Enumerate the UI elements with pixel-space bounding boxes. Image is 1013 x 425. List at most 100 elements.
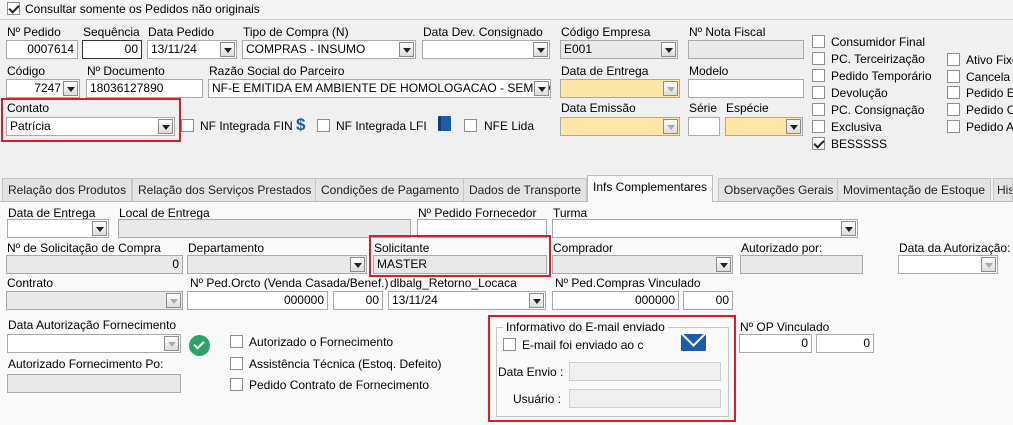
pedido-a-checkbox[interactable] [947,120,960,133]
chevron-down-icon[interactable] [663,119,678,134]
dollar-icon[interactable]: $ [296,115,305,135]
modelo-label: Modelo [689,64,729,78]
nf-integrada-fin-checkbox[interactable] [181,119,194,132]
nota-fiscal-input[interactable] [688,40,804,59]
pedido-c-checkbox[interactable] [947,103,960,116]
retorno-locacao-label: dlbalg_Retorno_Locaca [390,276,517,290]
tab-movimentacao-estoque[interactable]: Movimentação de Estoque [837,178,992,201]
data-emissao-label: Data Emissão [561,101,636,115]
autorizado-fornec-checkbox[interactable] [230,335,243,348]
chevron-down-icon[interactable] [63,81,78,96]
op-vinculado-input[interactable]: 0 [739,334,812,353]
ped-orcto-seq-input[interactable]: 00 [333,291,383,310]
pedido-e-checkbox[interactable] [947,86,960,99]
assistencia-label: Assistência Técnica (Estoq. Defeito) [249,357,442,371]
pedido-contrato-checkbox[interactable] [230,378,243,391]
tab-historico[interactable]: His [993,178,1013,201]
nf-integrada-lfi-label: NF Integrada LFI [336,119,427,133]
tab-dados-transporte[interactable]: Dados de Transporte [463,178,588,201]
panel-data-entrega-input[interactable] [7,219,109,238]
chevron-down-icon[interactable] [220,42,235,57]
serie-input[interactable] [688,117,720,136]
pc-consignacao-checkbox[interactable] [812,103,825,116]
especie-label: Espécie [726,101,769,115]
especie-select[interactable] [725,117,803,136]
aut-fornec-po-input[interactable] [7,374,181,393]
chevron-down-icon[interactable] [399,42,414,57]
local-entrega-input[interactable] [118,219,411,238]
book-icon[interactable] [438,116,451,131]
turma-select[interactable] [552,219,858,238]
panel-data-entrega-label: Data de Entrega [8,206,96,220]
retorno-locacao-value: 13/11/24 [392,293,438,307]
ped-compras-input[interactable]: 000000 [552,291,679,310]
chevron-down-icon[interactable] [661,42,676,57]
tipo-compra-select[interactable]: COMPRAS - INSUMO [242,40,416,59]
chevron-down-icon[interactable] [841,221,856,236]
pedido-temporario-checkbox[interactable] [812,69,825,82]
chevron-down-icon[interactable] [92,221,107,236]
check-circle-icon[interactable] [189,335,210,356]
departamento-select[interactable] [187,255,367,274]
cancela-checkbox[interactable] [947,70,960,83]
tab-relacao-servicos[interactable]: Relação dos Serviços Prestados [132,178,318,201]
assistencia-checkbox[interactable] [230,357,243,370]
autorizado-fornec-label: Autorizado o Fornecimento [249,335,394,349]
chevron-down-icon[interactable] [663,81,678,96]
autorizado-por-label: Autorizado por: [741,241,823,255]
chevron-down-icon[interactable] [981,257,996,272]
tab-observacoes-gerais[interactable]: Observações Gerais [718,178,840,201]
n-documento-input[interactable]: 18036127890 [86,79,203,98]
consultar-originais-checkbox[interactable] [7,2,20,15]
chevron-down-icon[interactable] [529,293,544,308]
tipo-compra-value: COMPRAS - INSUMO [246,42,366,56]
ativo-fixo-label: Ativo Fixo [966,53,1013,67]
devolucao-label: Devolução [831,86,888,100]
besssss-checkbox[interactable] [812,137,825,150]
sequencia-input[interactable]: 00 [82,40,142,59]
chevron-down-icon[interactable] [166,293,181,308]
codigo-input[interactable]: 7247 [6,79,80,98]
solicitante-highlight [369,235,551,277]
chevron-down-icon[interactable] [164,336,179,351]
modelo-input[interactable] [688,79,804,98]
chevron-down-icon[interactable] [350,257,365,272]
consultar-originais-label: Consultar somente os Pedidos não origina… [25,2,260,16]
n-pedido-input[interactable]: 0007614 [6,40,78,59]
codigo-empresa-select[interactable]: E001 [560,40,678,59]
turma-label: Turma [553,206,588,220]
nota-fiscal-label: Nº Nota Fiscal [689,25,766,39]
solicitacao-label: Nº de Solicitação de Compra [7,241,161,255]
data-entrega-input[interactable] [560,79,680,98]
data-emissao-input[interactable] [560,117,680,136]
exclusiva-checkbox[interactable] [812,120,825,133]
consumidor-final-checkbox[interactable] [812,35,825,48]
chevron-down-icon[interactable] [533,42,548,57]
solicitacao-input[interactable]: 0 [6,255,183,274]
comprador-select[interactable] [552,255,733,274]
pc-terceirizacao-checkbox[interactable] [812,52,825,65]
data-dev-input[interactable] [422,40,550,59]
contrato-select[interactable] [6,291,183,310]
tab-relacao-produtos[interactable]: Relação dos Produtos [2,178,133,201]
retorno-locacao-input[interactable]: 13/11/24 [388,291,546,310]
tab-infs-complementares[interactable]: Infs Complementares [587,175,714,202]
op-vinculado-seq-input[interactable]: 0 [816,334,874,353]
data-aut-fornec-input[interactable] [7,334,181,353]
chevron-down-icon[interactable] [716,257,731,272]
chevron-down-icon[interactable] [786,119,801,134]
ped-orcto-input[interactable]: 000000 [187,291,328,310]
data-pedido-input[interactable]: 13/11/24 [147,40,237,59]
nfe-lida-checkbox[interactable] [464,119,477,132]
devolucao-checkbox[interactable] [812,86,825,99]
autorizado-por-input[interactable] [740,255,863,274]
chevron-down-icon[interactable] [534,81,549,96]
razao-social-select[interactable]: NF-E EMITIDA EM AMBIENTE DE HOMOLOGACAO … [208,79,551,98]
ativo-fixo-checkbox[interactable] [947,53,960,66]
data-autorizacao-input[interactable] [898,255,998,274]
nf-integrada-lfi-checkbox[interactable] [317,119,330,132]
tipo-compra-label: Tipo de Compra (N) [243,25,349,39]
tab-condicoes-pagamento[interactable]: Condições de Pagamento [315,178,466,201]
pedido-e-label: Pedido E [966,86,1013,100]
ped-compras-seq-input[interactable]: 00 [683,291,733,310]
